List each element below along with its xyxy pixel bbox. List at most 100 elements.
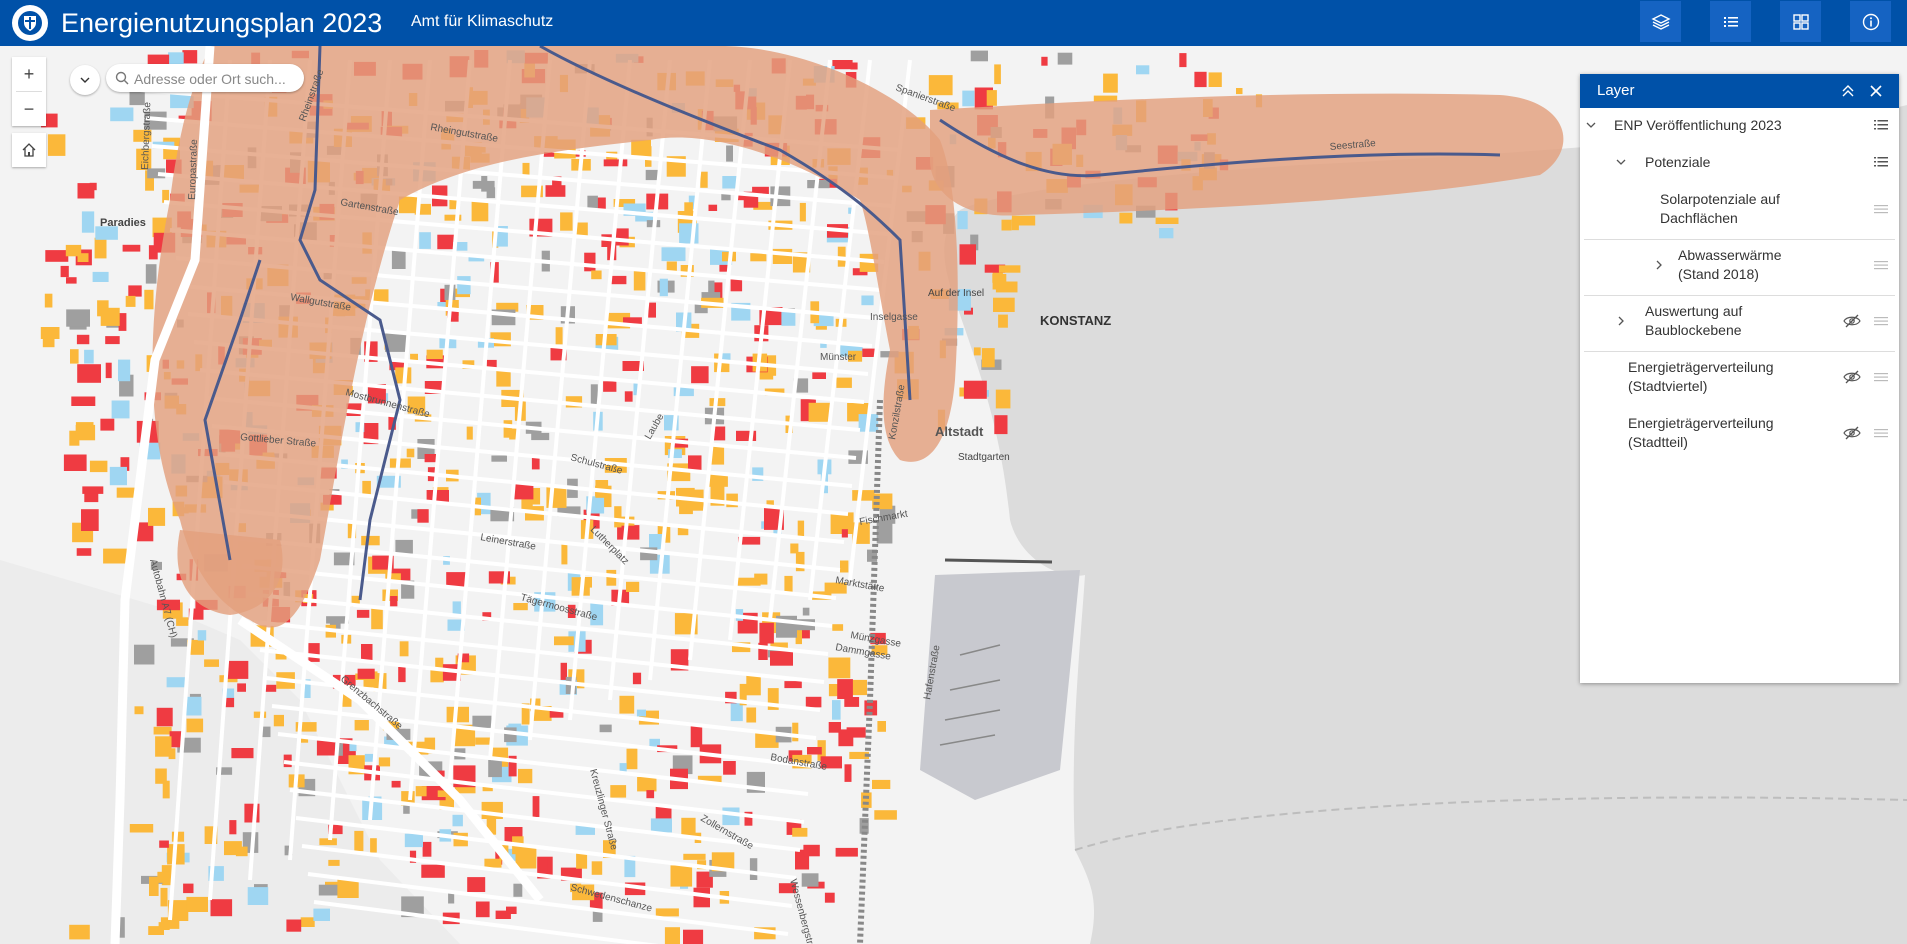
building xyxy=(467,877,486,892)
building xyxy=(700,171,708,188)
home-button[interactable] xyxy=(12,133,46,167)
label-auf-der-insel: Auf der Insel xyxy=(928,288,984,299)
layers-button[interactable] xyxy=(1640,1,1681,42)
building xyxy=(156,707,173,727)
building xyxy=(844,697,860,707)
building xyxy=(614,506,622,528)
building xyxy=(378,757,391,767)
building xyxy=(792,722,799,742)
expand-abwasserwaerme-toggle[interactable] xyxy=(1652,258,1666,272)
chevron-down-icon xyxy=(80,77,90,83)
expand-enp-toggle[interactable] xyxy=(1584,118,1598,132)
building xyxy=(750,253,767,262)
building xyxy=(316,740,338,756)
building xyxy=(247,887,269,905)
building xyxy=(836,377,852,388)
building xyxy=(70,349,79,364)
building xyxy=(1041,56,1048,66)
building xyxy=(391,248,406,269)
layer-separator xyxy=(1584,239,1895,240)
legend-button[interactable] xyxy=(1710,1,1751,42)
building xyxy=(118,313,127,331)
building xyxy=(723,761,736,775)
building xyxy=(683,929,704,944)
basemap-button[interactable] xyxy=(1780,1,1821,42)
building xyxy=(110,107,134,122)
building xyxy=(746,675,761,696)
building xyxy=(841,529,848,538)
street-label: Inselgasse xyxy=(870,312,918,323)
search-source-toggle[interactable] xyxy=(70,65,100,95)
building xyxy=(832,624,844,631)
building xyxy=(404,833,423,848)
building xyxy=(648,302,656,318)
building xyxy=(406,448,415,458)
building xyxy=(105,362,112,379)
building xyxy=(624,391,633,402)
building xyxy=(515,846,537,869)
building xyxy=(664,927,680,944)
building xyxy=(491,455,507,462)
building xyxy=(89,182,97,191)
building xyxy=(844,764,852,782)
building xyxy=(850,62,858,70)
layer-menu-potenziale[interactable] xyxy=(1873,155,1889,169)
layer-item-stadtviertel[interactable]: Energieträgerverteilung (Stadtviertel) xyxy=(1580,356,1899,400)
building xyxy=(155,736,172,757)
layer-item-solarpotenziale[interactable]: Solarpotenziale auf Dachflächen xyxy=(1580,188,1899,232)
layer-menu-enp[interactable] xyxy=(1873,118,1889,132)
close-panel-button[interactable] xyxy=(1866,81,1886,101)
building xyxy=(636,709,646,717)
drag-handle-icon[interactable] xyxy=(1873,202,1889,216)
info-button[interactable] xyxy=(1850,1,1891,42)
building xyxy=(210,899,233,917)
drag-handle-icon[interactable] xyxy=(1873,426,1889,440)
layer-item-stadtteil[interactable]: Energieträgerverteilung (Stadtteil) xyxy=(1580,412,1899,456)
app-title: Energienutzungsplan 2023 xyxy=(61,8,383,38)
building xyxy=(109,466,127,486)
layer-group-enp[interactable]: ENP Veröffentlichung 2023 xyxy=(1580,112,1899,142)
layers-icon xyxy=(1650,13,1671,30)
building xyxy=(661,247,686,262)
building xyxy=(670,865,693,887)
layer-label-abwasserwaerme-1: Abwasserwärme xyxy=(1678,247,1782,263)
building xyxy=(998,314,1008,328)
collapse-panel-button[interactable] xyxy=(1838,81,1858,101)
layer-item-auswertung[interactable]: Auswertung auf Baublockebene xyxy=(1580,300,1899,344)
zoom-out-button[interactable]: − xyxy=(12,92,46,126)
building xyxy=(197,630,207,641)
building xyxy=(395,539,413,554)
building xyxy=(832,700,841,720)
building xyxy=(655,908,679,917)
building xyxy=(749,858,758,880)
building xyxy=(994,415,1008,435)
expand-auswertung-toggle[interactable] xyxy=(1614,314,1628,328)
visibility-toggle-stadtviertel[interactable] xyxy=(1843,370,1861,384)
visibility-toggle-auswertung[interactable] xyxy=(1843,314,1861,328)
layer-group-potenziale[interactable]: Potenziale xyxy=(1580,149,1899,179)
building xyxy=(103,548,127,564)
building xyxy=(63,454,87,471)
eye-off-icon xyxy=(1843,314,1861,328)
building xyxy=(60,265,69,278)
building xyxy=(555,327,563,345)
layer-label-potenziale: Potenziale xyxy=(1645,154,1711,170)
building xyxy=(626,581,640,592)
building xyxy=(437,234,454,250)
building xyxy=(688,455,702,472)
drag-handle-icon[interactable] xyxy=(1873,314,1889,328)
layer-label-solarpotenziale-2: Dachflächen xyxy=(1660,210,1738,226)
building xyxy=(265,684,277,692)
building xyxy=(797,520,805,537)
search-input[interactable] xyxy=(132,68,301,90)
building xyxy=(792,827,808,837)
visibility-toggle-stadtteil[interactable] xyxy=(1843,426,1861,440)
building xyxy=(76,548,92,556)
drag-handle-icon[interactable] xyxy=(1873,370,1889,384)
drag-handle-icon[interactable] xyxy=(1873,258,1889,272)
building xyxy=(182,50,198,64)
zoom-in-button[interactable]: + xyxy=(12,57,46,91)
expand-potenziale-toggle[interactable] xyxy=(1614,155,1628,169)
building xyxy=(993,297,1015,312)
layer-item-abwasserwaerme[interactable]: Abwasserwärme (Stand 2018) xyxy=(1580,244,1899,288)
